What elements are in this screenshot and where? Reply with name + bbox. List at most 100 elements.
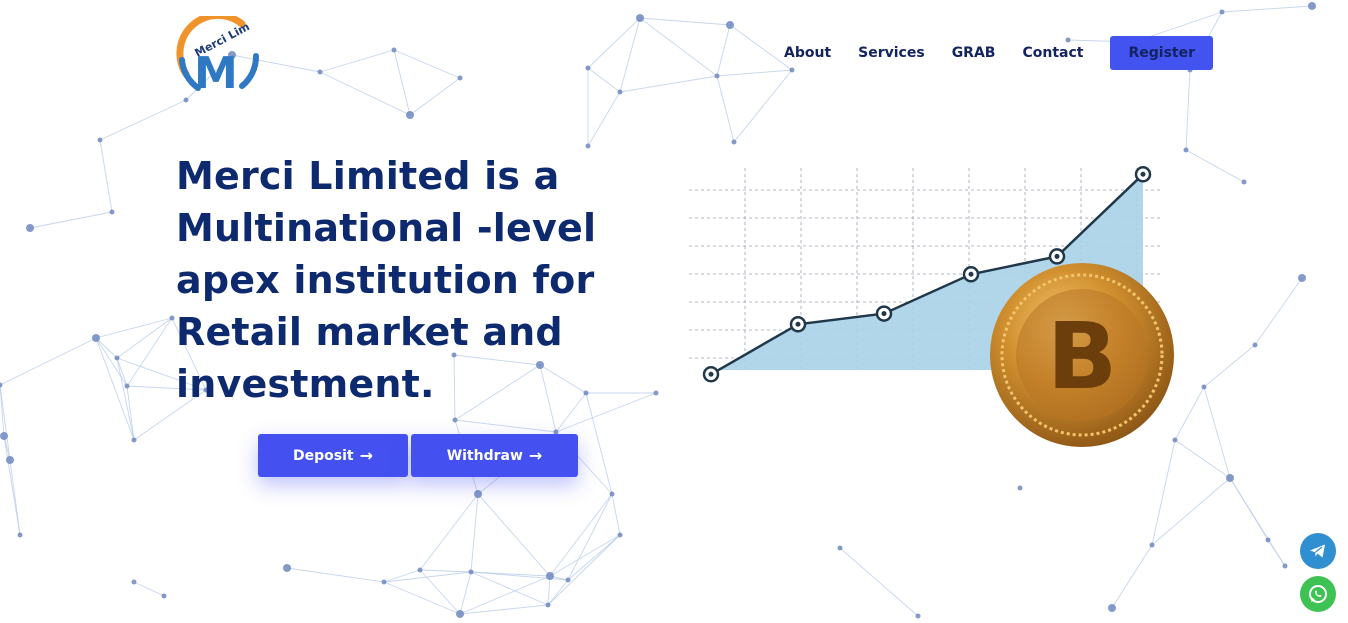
network-node xyxy=(1219,9,1225,15)
network-node xyxy=(1201,384,1207,390)
network-node xyxy=(1108,604,1116,612)
whatsapp-button[interactable] xyxy=(1300,576,1336,612)
network-link xyxy=(1174,386,1205,441)
network-node xyxy=(183,97,189,103)
network-link xyxy=(547,579,569,606)
network-link xyxy=(619,75,718,93)
network-node xyxy=(17,532,23,538)
network-node xyxy=(545,602,551,608)
network-node xyxy=(617,532,623,538)
network-link xyxy=(383,581,461,615)
withdraw-button[interactable]: Withdraw → xyxy=(411,434,578,477)
network-node xyxy=(131,579,137,585)
network-link xyxy=(639,17,731,26)
network-node xyxy=(317,69,323,75)
telegram-icon xyxy=(1310,544,1325,558)
network-node xyxy=(0,382,3,388)
network-node xyxy=(915,613,921,619)
network-node xyxy=(726,21,734,29)
network-node xyxy=(1017,485,1023,491)
network-link xyxy=(383,571,472,583)
network-link xyxy=(587,17,641,69)
chart-point-dot xyxy=(1054,253,1060,259)
network-link xyxy=(1221,5,1313,13)
network-link xyxy=(116,357,135,441)
network-link xyxy=(1111,544,1153,609)
network-link xyxy=(29,211,113,229)
nav-services[interactable]: Services xyxy=(858,45,925,61)
hero-title-line: investment. xyxy=(176,362,435,406)
network-node xyxy=(457,75,463,81)
network-link xyxy=(549,534,621,577)
network-node xyxy=(653,390,659,396)
arrow-right-icon: → xyxy=(359,446,373,465)
network-link xyxy=(547,534,621,606)
network-link xyxy=(567,493,613,581)
network-link xyxy=(99,99,187,141)
network-node xyxy=(1308,2,1316,10)
network-node xyxy=(1298,274,1306,282)
network-node xyxy=(283,564,291,572)
network-link xyxy=(1203,386,1231,479)
network-link xyxy=(1185,149,1245,183)
chart-point-dot xyxy=(968,271,974,277)
network-link xyxy=(409,77,461,116)
network-link xyxy=(470,493,479,573)
network-node xyxy=(26,224,34,232)
network-node xyxy=(1282,563,1288,569)
network-node xyxy=(1265,537,1271,543)
network-link xyxy=(716,24,731,77)
network-node xyxy=(0,432,8,440)
network-link xyxy=(319,49,395,73)
chart-point-dot xyxy=(881,311,887,317)
network-link xyxy=(549,493,613,577)
deposit-button[interactable]: Deposit → xyxy=(258,434,408,477)
network-node xyxy=(124,383,130,389)
network-link xyxy=(459,604,549,615)
nav-grab[interactable]: GRAB xyxy=(952,45,996,61)
chart-point-dot xyxy=(795,321,801,327)
network-node xyxy=(452,417,458,423)
svg-text:B: B xyxy=(1047,303,1117,410)
register-button[interactable]: Register xyxy=(1110,36,1213,70)
bitcoin-coin-icon: B xyxy=(990,263,1174,447)
network-link xyxy=(393,49,461,79)
network-link xyxy=(716,75,735,143)
network-link xyxy=(839,547,919,617)
network-node xyxy=(109,209,115,215)
network-link xyxy=(1185,69,1191,151)
network-link xyxy=(393,49,411,116)
network-link xyxy=(1151,477,1231,546)
network-link xyxy=(587,91,621,147)
network-node xyxy=(161,593,167,599)
network-node xyxy=(474,490,482,498)
nav-about[interactable]: About xyxy=(784,45,831,61)
chart-point-dot xyxy=(708,371,714,377)
network-node xyxy=(636,14,644,22)
hero-title-line: Merci Limited is a xyxy=(176,154,560,198)
network-node xyxy=(731,139,737,145)
hero-title-line: apex institution for xyxy=(176,258,595,302)
arrow-right-icon: → xyxy=(528,446,543,465)
network-node xyxy=(381,579,387,585)
nav-contact[interactable]: Contact xyxy=(1022,45,1083,61)
network-link xyxy=(716,69,793,77)
withdraw-label: Withdraw xyxy=(446,447,523,464)
network-link xyxy=(319,71,411,116)
network-node xyxy=(1252,342,1258,348)
network-link xyxy=(459,571,472,615)
network-node xyxy=(1149,542,1155,548)
network-node xyxy=(1241,179,1247,185)
network-link xyxy=(611,493,621,536)
network-link xyxy=(454,419,557,433)
network-link xyxy=(133,581,165,597)
merci-logo[interactable]: Merci Lim M xyxy=(172,11,262,99)
telegram-button[interactable] xyxy=(1300,533,1336,569)
whatsapp-icon xyxy=(1309,585,1327,603)
network-link xyxy=(0,384,11,461)
network-node xyxy=(6,456,14,464)
svg-text:M: M xyxy=(194,48,238,94)
network-node xyxy=(1183,147,1189,153)
network-link xyxy=(3,435,21,536)
network-link xyxy=(1267,539,1286,567)
